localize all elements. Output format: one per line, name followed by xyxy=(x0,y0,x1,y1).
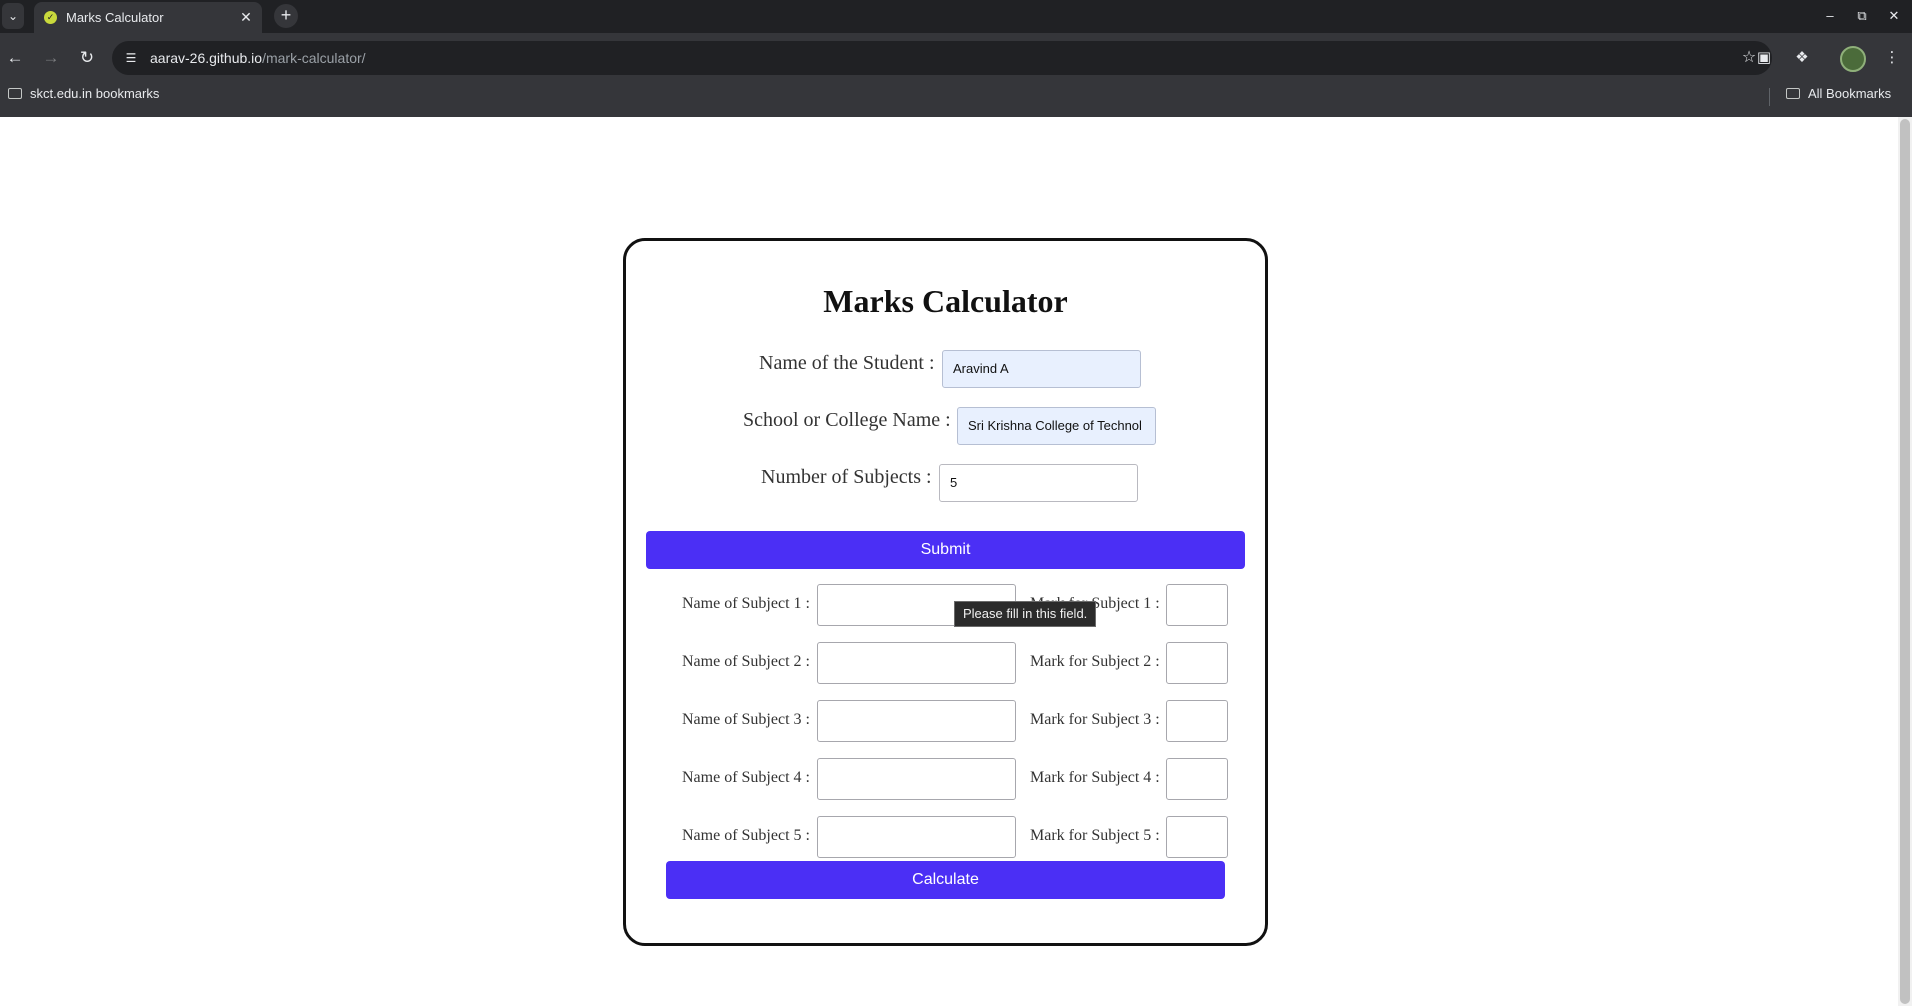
calculate-button[interactable]: Calculate xyxy=(666,861,1225,899)
student-name-input[interactable]: Aravind A xyxy=(942,350,1141,388)
subjects-count-label: Number of Subjects : xyxy=(761,466,932,488)
subject-3-mark-label: Mark for Subject 3 : xyxy=(1030,711,1160,728)
subjects-count-input[interactable]: 5 xyxy=(939,464,1138,502)
bookmark-folder-skct[interactable]: skct.edu.in bookmarks xyxy=(8,86,159,101)
folder-icon xyxy=(1786,88,1800,99)
subject-2-mark-label: Mark for Subject 2 : xyxy=(1030,653,1160,670)
subject-5-mark-input[interactable] xyxy=(1166,816,1228,858)
bookmarks-divider xyxy=(1769,88,1770,106)
calculator-card: Marks Calculator Name of the Student : A… xyxy=(623,238,1268,946)
subject-1-mark-input[interactable] xyxy=(1166,584,1228,626)
scrollbar-thumb[interactable] xyxy=(1900,119,1910,1004)
subject-5-name-label: Name of Subject 5 : xyxy=(682,827,810,844)
extensions-icon[interactable]: ❖ xyxy=(1788,44,1816,72)
favicon-icon: ✓ xyxy=(44,11,57,24)
url-text[interactable]: aarav-26.github.io/mark-calculator/ xyxy=(150,50,366,66)
subject-4-name-input[interactable] xyxy=(817,758,1016,800)
school-name-input[interactable]: Sri Krishna College of Technol xyxy=(957,407,1156,445)
subject-2-mark-input[interactable] xyxy=(1166,642,1228,684)
submit-button[interactable]: Submit xyxy=(646,531,1245,569)
subject-1-name-label: Name of Subject 1 : xyxy=(682,595,810,612)
subject-3-name-label: Name of Subject 3 : xyxy=(682,711,810,728)
forward-icon[interactable]: → xyxy=(37,44,65,72)
subject-5-name-input[interactable] xyxy=(817,816,1016,858)
url-path: /mark-calculator/ xyxy=(262,50,366,66)
browser-toolbar: ← → ↻ ☰ aarav-26.github.io/mark-calculat… xyxy=(0,40,1912,78)
minimize-icon[interactable]: – xyxy=(1816,4,1844,28)
address-bar[interactable]: ☰ aarav-26.github.io/mark-calculator/ ☆ xyxy=(112,41,1772,75)
back-icon[interactable]: ← xyxy=(1,44,29,72)
reload-icon[interactable]: ↻ xyxy=(73,44,101,72)
subject-2-name-input[interactable] xyxy=(817,642,1016,684)
bookmark-label: All Bookmarks xyxy=(1808,86,1892,101)
subject-3-name-input[interactable] xyxy=(817,700,1016,742)
subject-3-mark-input[interactable] xyxy=(1166,700,1228,742)
school-name-label: School or College Name : xyxy=(743,409,951,431)
bookmarks-bar: skct.edu.in bookmarks All Bookmarks xyxy=(0,84,1912,108)
browser-tab-active[interactable]: ✓ Marks Calculator ✕ xyxy=(34,2,262,33)
folder-icon xyxy=(8,88,22,99)
subject-4-name-label: Name of Subject 4 : xyxy=(682,769,810,786)
validation-tooltip: Please fill in this field. xyxy=(954,601,1097,627)
browser-chrome: ⌄ ✓ Marks Calculator ✕ + – ⧉ ✕ ← → ↻ ☰ a… xyxy=(0,0,1912,117)
page-title: Marks Calculator xyxy=(823,283,1068,319)
tab-list-icon[interactable]: ⌄ xyxy=(2,3,24,29)
subject-2-name-label: Name of Subject 2 : xyxy=(682,653,810,670)
tab-title: Marks Calculator xyxy=(66,10,164,25)
close-window-icon[interactable]: ✕ xyxy=(1880,4,1908,28)
kebab-menu-icon[interactable]: ⋮ xyxy=(1878,44,1906,72)
subject-4-mark-input[interactable] xyxy=(1166,758,1228,800)
restore-icon[interactable]: ⧉ xyxy=(1848,4,1876,28)
tab-strip: ⌄ ✓ Marks Calculator ✕ + – ⧉ ✕ xyxy=(0,0,1912,33)
subject-5-mark-label: Mark for Subject 5 : xyxy=(1030,827,1160,844)
page-scrollbar[interactable] xyxy=(1898,117,1912,1006)
camera-icon[interactable]: ▣ xyxy=(1750,44,1778,72)
subject-4-mark-label: Mark for Subject 4 : xyxy=(1030,769,1160,786)
avatar[interactable] xyxy=(1840,46,1866,72)
close-icon[interactable]: ✕ xyxy=(236,7,256,27)
url-host: aarav-26.github.io xyxy=(150,50,263,66)
site-info-icon[interactable]: ☰ xyxy=(120,47,142,69)
bookmark-label: skct.edu.in bookmarks xyxy=(30,86,160,101)
all-bookmarks-button[interactable]: All Bookmarks xyxy=(1786,86,1891,101)
student-name-label: Name of the Student : xyxy=(759,352,935,374)
page-viewport: Marks Calculator Name of the Student : A… xyxy=(0,117,1912,1006)
plus-icon[interactable]: + xyxy=(274,4,298,28)
